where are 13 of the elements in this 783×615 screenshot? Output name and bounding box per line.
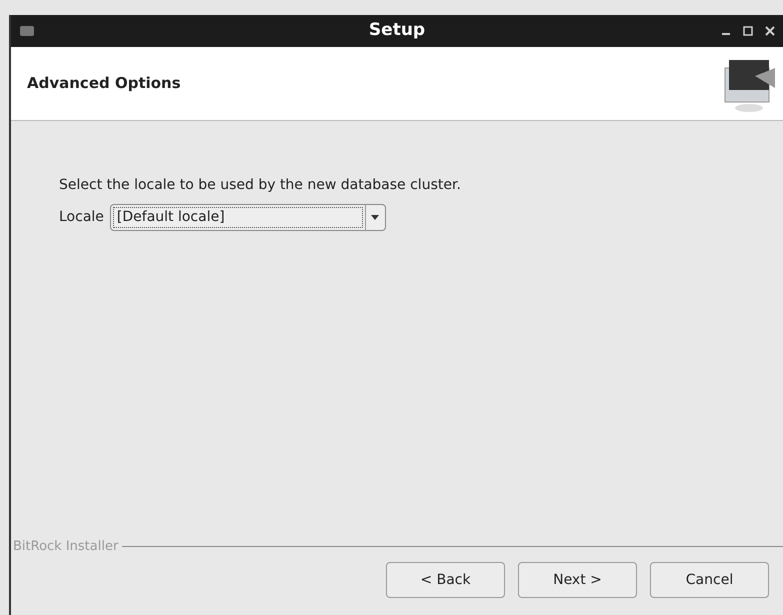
installer-brand: BitRock Installer xyxy=(13,538,118,556)
wizard-button[interactable]: Cancel xyxy=(650,562,769,598)
locale-label: Locale xyxy=(59,208,104,227)
wizard-button[interactable]: Next > xyxy=(518,562,637,598)
maximize-icon[interactable] xyxy=(743,26,753,36)
dropdown-caret-icon xyxy=(371,215,380,220)
page-title: Advanced Options xyxy=(27,73,181,94)
app-icon xyxy=(19,24,35,38)
window-title: Setup xyxy=(368,19,426,42)
instruction-text: Select the locale to be used by the new database cluster. xyxy=(59,176,462,195)
wizard-button[interactable]: < Back xyxy=(386,562,505,598)
locale-dropdown[interactable]: [Default locale] xyxy=(110,204,386,231)
close-icon[interactable] xyxy=(765,26,775,36)
